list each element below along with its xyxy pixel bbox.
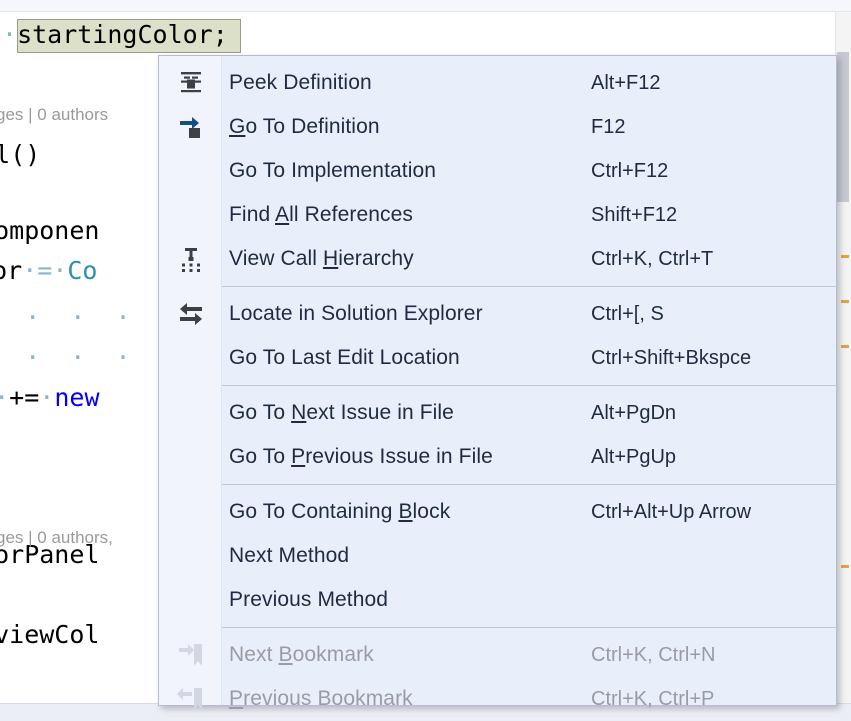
menu-item-go-to-implementation[interactable]: Go To Implementation Ctrl+F12 [159,149,836,193]
menu-item-label: View Call Hierarchy [229,247,414,270]
vertical-scrollbar[interactable] [835,12,851,703]
menu-item-label: Go To Next Issue in File [229,401,454,424]
code-line: reviewCol [0,620,100,649]
menu-item-find-all-references[interactable]: Find All References Shift+F12 [159,193,836,237]
menu-separator [222,286,838,287]
menu-item-shortcut: Shift+F12 [591,203,678,226]
code-line: eComponen [0,216,100,245]
menu-item-label: Locate in Solution Explorer [229,302,483,325]
menu-item-view-call-hierarchy[interactable]: View Call Hierarchy Ctrl+K, Ctrl+T [159,237,836,281]
menu-item-label: Go To Containing Block [229,500,451,523]
menu-item-next-bookmark: Next Bookmark Ctrl+K, Ctrl+N [159,633,836,677]
menu-item-shortcut: Ctrl+F12 [591,159,669,182]
menu-item-label: Find All References [229,203,413,226]
peek-definition-icon [173,61,209,105]
menu-item-label: Next Method [229,544,350,567]
menu-item-shortcut: Alt+PgUp [591,445,677,468]
codelens-text[interactable]: ges | 0 authors [0,105,108,125]
menu-item-label: Previous Bookmark [229,687,413,710]
menu-item-label: Go To Last Edit Location [229,346,460,369]
menu-item-shortcut: Ctrl+[, S [591,302,664,325]
menu-item-shortcut: Alt+F12 [591,71,661,94]
menu-separator [222,627,838,628]
menu-item-shortcut: Ctrl+Shift+Bkspce [591,346,752,369]
menu-item-go-to-last-edit-location[interactable]: Go To Last Edit Location Ctrl+Shift+Bkspc… [159,336,836,380]
menu-item-label: Go To Implementation [229,159,437,182]
next-bookmark-icon [173,633,209,677]
menu-item-go-to-next-issue-in-file[interactable]: Go To Next Issue in File Alt+PgDn [159,391,836,435]
menu-item-label: Go To Previous Issue in File [229,445,493,468]
scrollbar-marker [841,565,849,568]
scrollbar-marker [841,255,849,258]
menu-item-shortcut: Alt+PgDn [591,401,677,424]
code-line: ·startingColor; [2,20,228,49]
code-line: anel() [0,140,41,169]
menu-item-label: Next Bookmark [229,643,374,666]
menu-item-next-method[interactable]: Next Method [159,534,836,578]
menu-item-shortcut: Ctrl+Alt+Up Arrow [591,500,752,523]
no-icon [173,534,209,578]
no-icon [173,391,209,435]
menu-item-shortcut: Ctrl+K, Ctrl+N [591,643,716,666]
editor-context-menu[interactable]: Peek Definition Alt+F12 Go To Definition F… [158,55,838,710]
menu-item-label: Peek Definition [229,71,372,94]
menu-item-label: Previous Method [229,588,389,611]
menu-item-previous-bookmark: Previous Bookmark Ctrl+K, Ctrl+P [159,677,836,721]
no-icon [173,193,209,237]
no-icon [173,336,209,380]
menu-item-label: Go To Definition [229,115,380,138]
menu-item-shortcut: Ctrl+K, Ctrl+T [591,247,714,270]
menu-item-previous-method[interactable]: Previous Method [159,578,836,622]
no-icon [173,490,209,534]
menu-separator [222,385,838,386]
menu-item-go-to-containing-block[interactable]: Go To Containing Block Ctrl+Alt+Up Arrow [159,490,836,534]
previous-bookmark-icon [173,677,209,721]
no-icon [173,435,209,479]
menu-item-list[interactable]: Peek Definition Alt+F12 Go To Definition F… [159,56,838,721]
menu-item-go-to-previous-issue-in-file[interactable]: Go To Previous Issue in File Alt+PgUp [159,435,836,479]
scrollbar-marker [841,345,849,348]
go-to-definition-icon [173,105,209,149]
menu-item-shortcut: F12 [591,115,626,138]
codelens-text[interactable]: ges | 0 authors, [0,528,113,548]
menu-separator [222,484,838,485]
locate-in-solution-explorer-icon [173,292,209,336]
menu-item-go-to-definition[interactable]: Go To Definition F12 [159,105,836,149]
editor-top-divider [0,11,851,12]
menu-item-locate-in-solution-explorer[interactable]: Locate in Solution Explorer Ctrl+[, S [159,292,836,336]
call-hierarchy-icon [173,237,209,281]
menu-item-peek-definition[interactable]: Peek Definition Alt+F12 [159,61,836,105]
scrollbar-marker [841,300,849,303]
code-line: olor·=·Co [0,256,98,285]
scrollbar-thumb[interactable] [837,52,849,202]
no-icon [173,149,209,193]
code-line: ed·+=·new [0,383,100,412]
menu-item-shortcut: Ctrl+K, Ctrl+P [591,687,715,710]
no-icon [173,578,209,622]
